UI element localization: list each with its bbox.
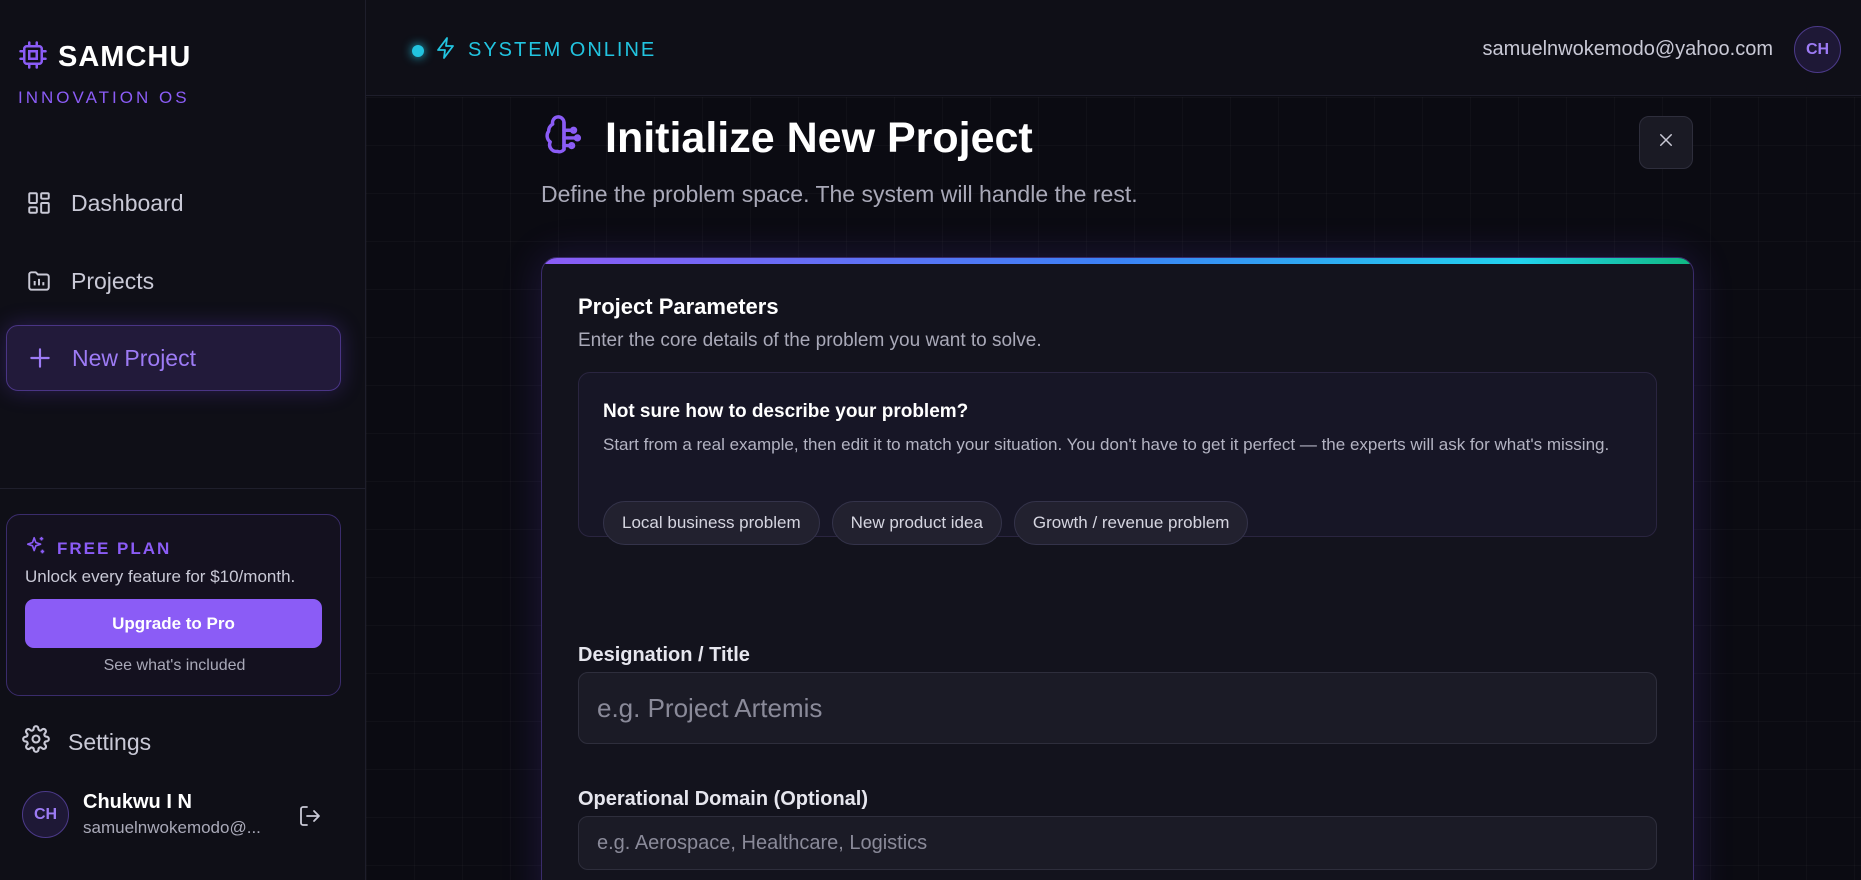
sidebar-item-label: Dashboard xyxy=(71,189,184,216)
sidebar-item-label: New Project xyxy=(72,344,196,371)
card-subtitle: Enter the core details of the problem yo… xyxy=(578,330,1042,351)
sidebar-item-settings[interactable]: Settings xyxy=(22,725,151,759)
chip-growth-revenue[interactable]: Growth / revenue problem xyxy=(1013,501,1249,545)
close-icon xyxy=(1657,131,1675,154)
page-subtitle: Define the problem space. The system wil… xyxy=(541,181,1138,207)
chip-new-product[interactable]: New product idea xyxy=(831,501,1002,545)
app-root: SAMCHU INNOVATION OS Dashboard Projects … xyxy=(0,0,1861,880)
upgrade-button[interactable]: Upgrade to Pro xyxy=(25,599,322,648)
plan-description: Unlock every feature for $10/month. xyxy=(25,567,296,586)
settings-label: Settings xyxy=(68,728,152,755)
example-chips: Local business problem New product idea … xyxy=(603,501,1249,545)
avatar[interactable]: CH xyxy=(1794,26,1841,73)
page-header: Initialize New Project xyxy=(541,113,1033,164)
close-button[interactable] xyxy=(1639,116,1693,169)
folder-icon xyxy=(25,267,53,295)
see-included-link[interactable]: See what's included xyxy=(7,657,342,675)
plan-label: FREE PLAN xyxy=(57,538,172,558)
project-parameters-card: Project Parameters Enter the core detail… xyxy=(541,257,1694,880)
logout-icon[interactable] xyxy=(298,804,322,833)
lightning-icon xyxy=(434,36,458,65)
card-title: Project Parameters xyxy=(578,294,779,319)
sidebar-item-label: Projects xyxy=(71,267,155,294)
chip-local-business[interactable]: Local business problem xyxy=(603,501,820,545)
example-help-box: Not sure how to describe your problem? S… xyxy=(578,372,1657,545)
title-input[interactable] xyxy=(578,672,1657,744)
brain-icon xyxy=(541,113,587,164)
user-profile[interactable]: CH Chukwu I N samuelnwokemodo@... xyxy=(22,791,261,838)
title-field-label: Designation / Title xyxy=(578,644,750,666)
brand-logo[interactable]: SAMCHU xyxy=(18,40,191,75)
domain-input[interactable] xyxy=(578,816,1657,870)
sidebar: SAMCHU INNOVATION OS Dashboard Projects … xyxy=(0,0,366,880)
user-email: samuelnwokemodo@... xyxy=(83,818,261,837)
sidebar-item-new-project[interactable]: New Project xyxy=(6,325,341,391)
avatar: CH xyxy=(22,791,69,838)
dashboard-icon xyxy=(25,189,53,217)
brand-subtitle: INNOVATION OS xyxy=(18,88,190,107)
sidebar-item-projects[interactable]: Projects xyxy=(6,248,341,314)
sparkles-icon xyxy=(25,535,47,562)
page-title: Initialize New Project xyxy=(605,114,1033,162)
account-email: samuelnwokemodo@yahoo.com xyxy=(1482,38,1773,60)
chip-icon xyxy=(18,40,48,75)
help-title: Not sure how to describe your problem? xyxy=(603,401,969,422)
top-bar: SYSTEM ONLINE samuelnwokemodo@yahoo.com … xyxy=(366,0,1861,96)
brand-name: SAMCHU xyxy=(58,41,192,73)
user-name: Chukwu I N xyxy=(83,791,192,813)
plan-card: FREE PLAN Unlock every feature for $10/m… xyxy=(6,514,341,696)
system-status: SYSTEM ONLINE xyxy=(412,36,656,65)
gear-icon xyxy=(22,725,50,759)
status-dot-icon xyxy=(412,44,424,57)
status-text: SYSTEM ONLINE xyxy=(468,39,657,61)
plus-icon xyxy=(26,344,54,372)
domain-field-label: Operational Domain (Optional) xyxy=(578,788,869,810)
sidebar-divider xyxy=(0,488,366,489)
sidebar-item-dashboard[interactable]: Dashboard xyxy=(6,170,341,236)
help-text: Start from a real example, then edit it … xyxy=(603,435,1610,454)
main-content: Initialize New Project Define the proble… xyxy=(366,97,1861,880)
card-accent-bar xyxy=(542,258,1693,264)
